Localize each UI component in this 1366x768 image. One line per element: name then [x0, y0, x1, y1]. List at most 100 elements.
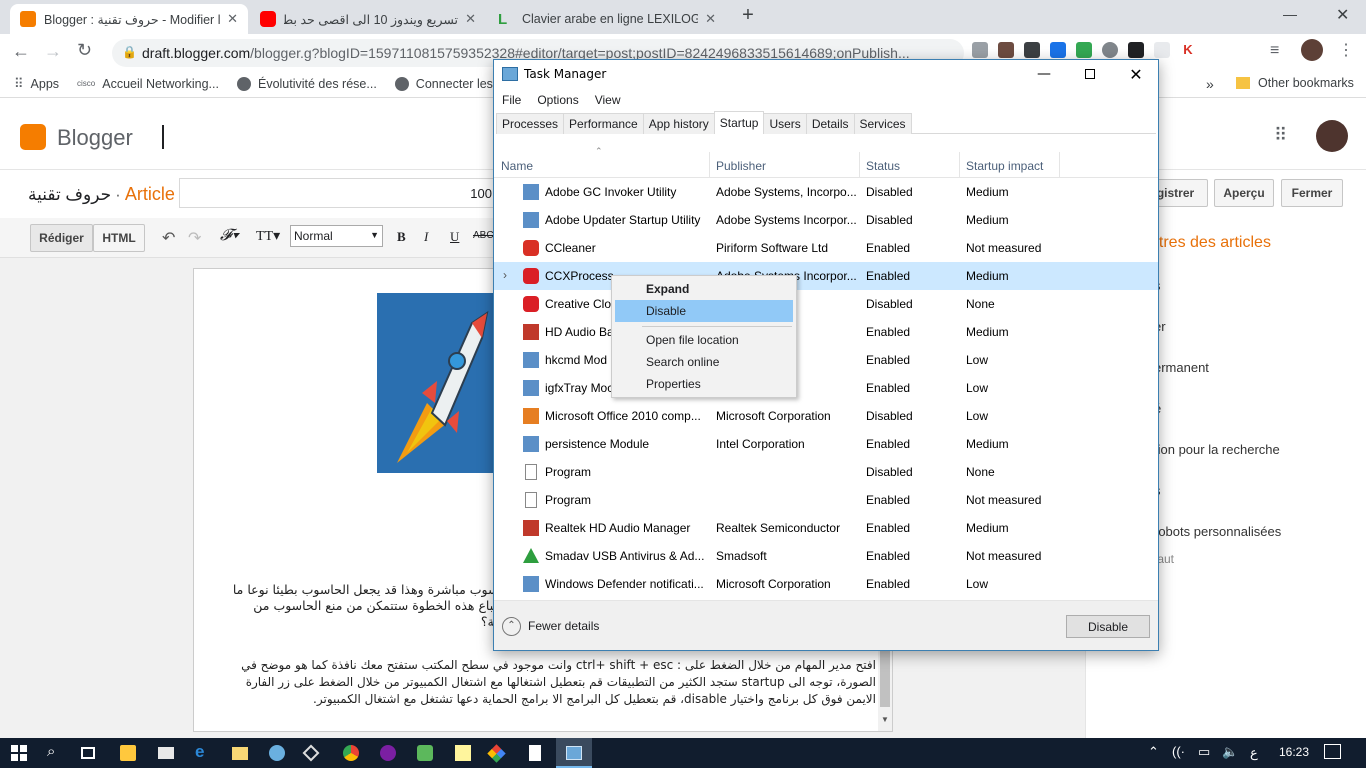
startup-row[interactable]: igfxTray MoconEnabledLow: [494, 374, 1158, 402]
bookmark-connecter[interactable]: Connecter les r: [394, 76, 501, 91]
font-size-icon[interactable]: TT▾: [256, 228, 280, 245]
new-tab-button[interactable]: +: [736, 4, 760, 30]
browser-tab-windows-speed[interactable]: تسريع ويندوز 10 الى اقصى حد بطر ✕: [250, 4, 486, 34]
preview-button[interactable]: Aperçu: [1214, 179, 1274, 207]
blog-name[interactable]: حروف تقنية: [28, 185, 111, 205]
edge-icon[interactable]: e: [195, 742, 211, 761]
extension-download-icon[interactable]: [972, 42, 988, 58]
strikethrough-icon[interactable]: ABC: [473, 230, 494, 241]
tab-processes[interactable]: Processes: [496, 113, 565, 134]
column-divider[interactable]: [1059, 152, 1060, 178]
context-search-online[interactable]: Search online: [615, 351, 793, 373]
disable-button[interactable]: Disable: [1066, 615, 1150, 638]
extension-k-icon[interactable]: K: [1180, 42, 1196, 58]
close-button[interactable]: Fermer: [1281, 179, 1343, 207]
column-name[interactable]: Name: [501, 159, 533, 173]
minimize-browser-icon[interactable]: —: [1283, 6, 1297, 22]
start-windows-icon[interactable]: [11, 745, 27, 761]
back-icon[interactable]: ←: [12, 41, 30, 62]
bookmarks-overflow-button[interactable]: »: [1206, 76, 1214, 92]
font-family-icon[interactable]: 𝓕▾: [220, 227, 239, 245]
undo-icon[interactable]: ↶: [162, 228, 175, 248]
3d-viewer-icon[interactable]: [302, 744, 320, 762]
sidebar-item-search-description[interactable]: tion pour la recherche: [1154, 442, 1280, 457]
column-startup-impact[interactable]: Startup impact: [966, 159, 1043, 173]
column-publisher[interactable]: Publisher: [716, 159, 766, 173]
tab-services[interactable]: Services: [853, 113, 912, 134]
account-avatar[interactable]: [1316, 120, 1348, 152]
app-icon[interactable]: [487, 744, 506, 763]
tab-details[interactable]: Details: [805, 113, 855, 134]
extension-icon[interactable]: [1128, 42, 1144, 58]
redo-icon[interactable]: ↷: [188, 228, 201, 248]
post-title-input[interactable]: 100: [179, 178, 499, 208]
menu-options[interactable]: Options: [529, 93, 586, 107]
bold-icon[interactable]: B: [397, 229, 406, 245]
startup-row[interactable]: hkcmd ModonEnabledLow: [494, 346, 1158, 374]
context-disable[interactable]: Disable: [615, 300, 793, 322]
input-language-indicator[interactable]: ع: [1250, 745, 1258, 761]
startup-row[interactable]: HD Audio BanductorEnabledMedium: [494, 318, 1158, 346]
extension-icon[interactable]: [1024, 42, 1040, 58]
battery-icon[interactable]: ▭: [1198, 744, 1210, 760]
menu-file[interactable]: File: [494, 93, 529, 107]
sidebar-item-permalink[interactable]: ermanent: [1154, 360, 1209, 375]
reload-icon[interactable]: ↻: [77, 40, 92, 61]
extension-icon[interactable]: [998, 42, 1014, 58]
startup-row[interactable]: Creative Clou Disabled None: [494, 290, 1158, 318]
startup-row[interactable]: persistence Module Intel Corporation Enabl…: [494, 430, 1158, 458]
browser-tab-blogger[interactable]: Blogger : حروف تقنية - Modifier l'a ✕: [10, 4, 248, 34]
wifi-icon[interactable]: ((·: [1172, 744, 1185, 759]
extension-icon[interactable]: [1050, 42, 1066, 58]
browser-menu-icon[interactable]: ⋮: [1338, 40, 1354, 60]
volume-icon[interactable]: 🔈: [1222, 744, 1238, 760]
fewer-details-link[interactable]: Fewer details: [528, 619, 599, 633]
context-expand[interactable]: Expand: [615, 278, 793, 300]
startup-row[interactable]: Windows Defender notificati... Microsoft …: [494, 570, 1158, 598]
mail-icon[interactable]: [158, 747, 174, 759]
app-icon[interactable]: [269, 745, 285, 761]
startup-row[interactable]: Adobe Updater Startup Utility Adobe Syste…: [494, 206, 1158, 234]
format-select[interactable]: Normal ▼: [290, 225, 383, 247]
chrome-icon[interactable]: [343, 745, 359, 761]
underline-icon[interactable]: U: [450, 229, 459, 245]
file-explorer-icon[interactable]: [232, 747, 248, 760]
close-tab-icon[interactable]: ✕: [221, 11, 238, 27]
taskbar-task-manager-active[interactable]: [556, 738, 592, 768]
blogger-logo-icon[interactable]: [20, 124, 46, 150]
tab-users[interactable]: Users: [763, 113, 807, 134]
column-divider[interactable]: [709, 152, 710, 178]
extension-icon[interactable]: [1076, 42, 1092, 58]
profile-avatar[interactable]: [1301, 39, 1323, 61]
browser-tab-lexilogos[interactable]: L Clavier arabe en ligne LEXILOGOS ✕: [488, 4, 726, 34]
startup-row[interactable]: ›CCXProcessAdobe Systems Incorpor...Enab…: [494, 262, 1158, 290]
startup-row[interactable]: Program Enabled Not measured: [494, 486, 1158, 514]
close-tab-icon[interactable]: ✕: [699, 11, 716, 27]
show-hidden-icons-icon[interactable]: ⌃: [1148, 744, 1159, 760]
media-icon[interactable]: ≡: [1270, 42, 1279, 60]
tab-startup[interactable]: Startup: [713, 111, 765, 134]
minimize-icon[interactable]: —: [1021, 60, 1067, 88]
startup-row[interactable]: Realtek HD Audio Manager Realtek Semicond…: [494, 514, 1158, 542]
close-browser-icon[interactable]: ✕: [1336, 5, 1349, 25]
bookmark-networking[interactable]: cisco Accueil Networking...: [77, 77, 219, 91]
sidebar-item-robots[interactable]: robots personnalisées: [1154, 524, 1281, 539]
tab-performance[interactable]: Performance: [563, 113, 644, 134]
extension-icon[interactable]: [1102, 42, 1118, 58]
italic-icon[interactable]: I: [424, 229, 428, 245]
column-divider[interactable]: [859, 152, 860, 178]
startup-row[interactable]: Program Disabled None: [494, 458, 1158, 486]
sticky-notes-icon[interactable]: [455, 745, 471, 761]
app-icon[interactable]: [417, 745, 433, 761]
document-icon[interactable]: [529, 745, 541, 761]
column-status[interactable]: Status: [866, 159, 900, 173]
extension-icon[interactable]: [1154, 42, 1170, 58]
google-apps-icon[interactable]: ⠿: [1274, 125, 1288, 146]
bookmark-apps[interactable]: ⠿ Apps: [14, 76, 59, 92]
close-icon[interactable]: ✕: [1113, 60, 1159, 88]
close-tab-icon[interactable]: ✕: [459, 11, 476, 27]
startup-row[interactable]: Adobe GC Invoker Utility Adobe Systems, I…: [494, 178, 1158, 206]
bookmark-evolutivite[interactable]: Évolutivité des rése...: [236, 76, 377, 91]
menu-view[interactable]: View: [587, 93, 629, 107]
column-divider[interactable]: [959, 152, 960, 178]
